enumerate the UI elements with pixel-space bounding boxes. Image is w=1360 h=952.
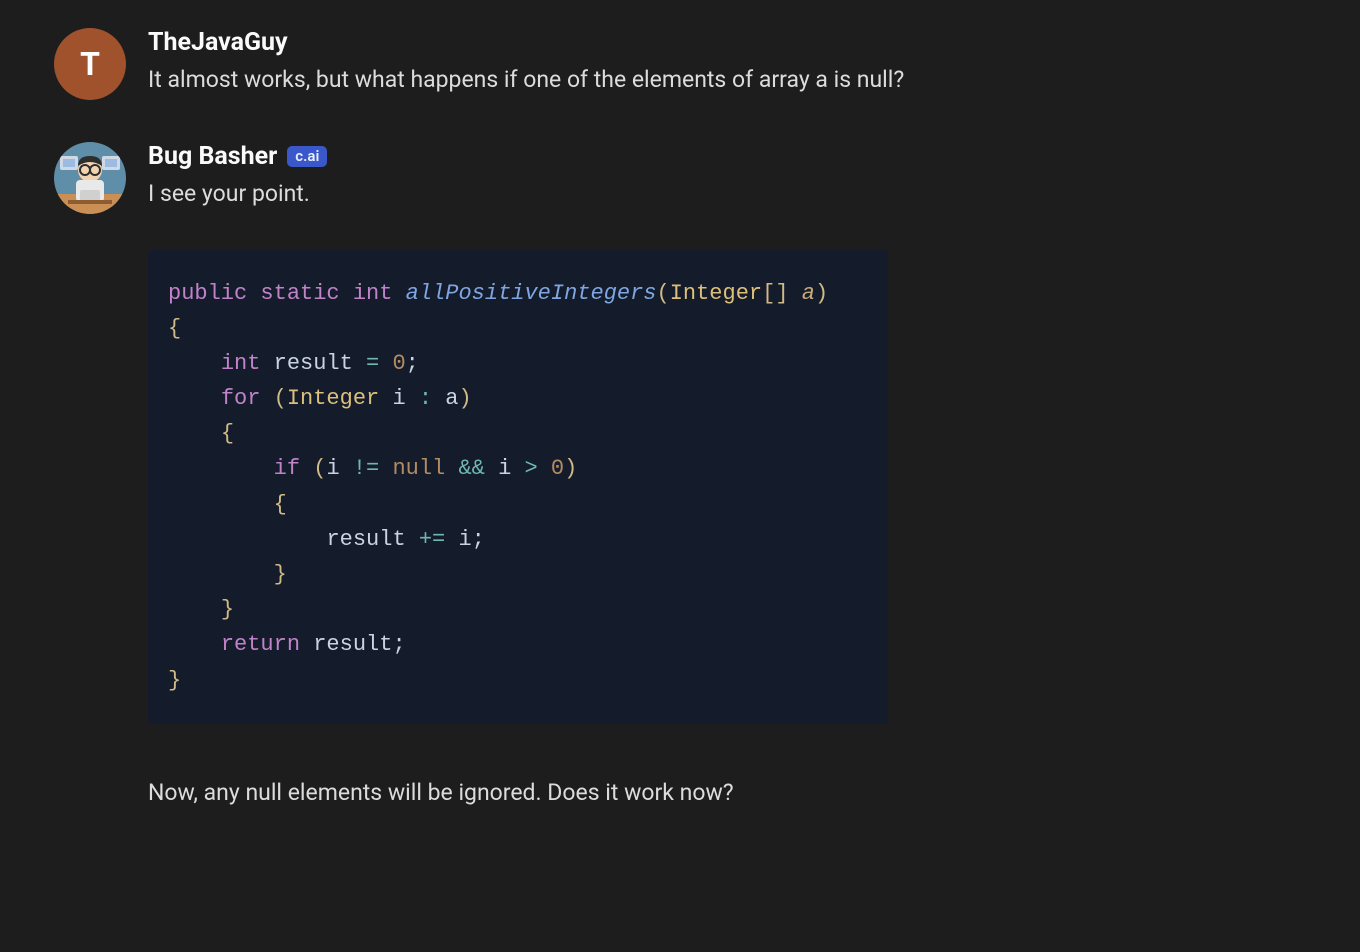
avatar[interactable]: T: [54, 28, 126, 100]
message-body: TheJavaGuy It almost works, but what hap…: [148, 28, 1306, 100]
message-paragraph: Now, any null elements will be ignored. …: [148, 776, 1306, 811]
code-keyword: static: [260, 281, 339, 306]
message-header: TheJavaGuy: [148, 28, 1306, 57]
chat-message: Bug Basher c.ai I see your point. public…: [54, 142, 1306, 810]
code-var: a: [802, 281, 815, 306]
chat-message: T TheJavaGuy It almost works, but what h…: [54, 28, 1306, 100]
code-block[interactable]: public static int allPositiveIntegers(In…: [148, 250, 888, 724]
message-paragraph: I see your point.: [148, 177, 1306, 212]
code-type: Integer: [670, 281, 762, 306]
avatar-illustration-icon: [54, 142, 126, 214]
message-paragraph: It almost works, but what happens if one…: [148, 63, 1306, 98]
code-keyword: public: [168, 281, 247, 306]
username[interactable]: TheJavaGuy: [148, 28, 288, 57]
message-header: Bug Basher c.ai: [148, 142, 1306, 171]
code-function: allPositiveIntegers: [406, 281, 657, 306]
code-keyword: int: [353, 281, 393, 306]
message-text: It almost works, but what happens if one…: [148, 63, 1306, 98]
message-body: Bug Basher c.ai I see your point. public…: [148, 142, 1306, 810]
avatar-letter: T: [54, 28, 126, 100]
message-text: I see your point. public static int allP…: [148, 177, 1306, 810]
avatar[interactable]: [54, 142, 126, 214]
username[interactable]: Bug Basher: [148, 142, 277, 171]
bot-badge: c.ai: [287, 146, 327, 167]
